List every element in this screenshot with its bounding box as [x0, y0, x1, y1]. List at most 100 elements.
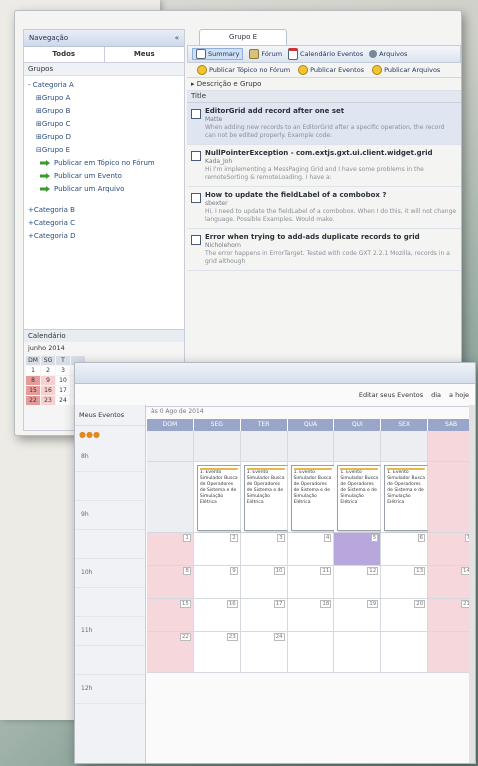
calendar-day[interactable]: 1. Evento Simulador Busca de Operadores …	[240, 462, 288, 532]
event-card[interactable]: 1. Evento Simulador Busca de Operadores …	[384, 465, 429, 531]
column-header-title[interactable]: Title	[187, 91, 461, 103]
day-header: TER	[240, 419, 288, 431]
category-d[interactable]: +Categoria D	[28, 230, 180, 243]
calendar-day[interactable]	[381, 431, 429, 461]
day-number: 15	[179, 600, 191, 608]
calendar-day[interactable]: 6	[381, 533, 429, 565]
forum-post[interactable]: How to update the fieldLabel of a combob…	[187, 187, 461, 229]
forum-post[interactable]: NullPointerException - com.extjs.gxt.ui.…	[187, 145, 461, 187]
calendar-day[interactable]	[240, 431, 288, 461]
group-c[interactable]: ⊞Grupo C	[28, 118, 180, 131]
publish-file-link[interactable]: Publicar um Arquivo	[28, 183, 180, 196]
calendar-day[interactable]: 4	[287, 533, 335, 565]
event-card[interactable]: 1. Evento Simulador Busca de Operadores …	[337, 465, 382, 531]
calendar-day[interactable]: 21	[428, 599, 475, 631]
mini-day[interactable]: 17	[56, 386, 70, 395]
calendar-day[interactable]: 15	[147, 599, 194, 631]
publish-events-button[interactable]: Publicar Eventos	[298, 65, 364, 75]
hour-label: 11h	[75, 617, 145, 646]
publish-forum-button[interactable]: Publicar Tópico no Fórum	[197, 65, 290, 75]
calendar-day[interactable]	[428, 632, 475, 672]
today-button[interactable]: a hoje	[449, 391, 469, 399]
calendar-day[interactable]: 14	[428, 566, 475, 598]
calendar-day[interactable]: 2	[193, 533, 241, 565]
vertical-scrollbar[interactable]	[469, 405, 475, 763]
mini-day[interactable]: 1	[26, 366, 40, 375]
edit-events-button[interactable]: Editar seus Eventos	[359, 391, 423, 399]
category-c[interactable]: +Categoria C	[28, 217, 180, 230]
mini-day[interactable]: 8	[26, 376, 40, 385]
event-card[interactable]: 1. Evento Simulador Busca de Operadores …	[196, 465, 241, 531]
post-title: Error when trying to add-ads duplicate r…	[205, 233, 420, 241]
forum-post[interactable]: EditorGrid add record after one set Matt…	[187, 103, 461, 145]
calendar-day-selected[interactable]: 5	[334, 533, 382, 565]
calendar-day[interactable]: 24	[240, 632, 288, 672]
mini-day[interactable]: 16	[41, 386, 55, 395]
publish-files-button[interactable]: Publicar Arquivos	[372, 65, 440, 75]
calendar-day[interactable]: 10	[240, 566, 288, 598]
calendar-day[interactable]: 3	[240, 533, 288, 565]
events-calendar-button[interactable]: Calendário Eventos	[288, 48, 363, 60]
calendar-day[interactable]	[334, 632, 382, 672]
publish-event-link[interactable]: Publicar um Evento	[28, 170, 180, 183]
calendar-day[interactable]	[147, 431, 194, 461]
group-tree: - Categoria A ⊞Grupo A ⊞Grupo B ⊞Grupo C…	[24, 76, 184, 246]
calendar-day[interactable]: 12	[334, 566, 382, 598]
section-description[interactable]: ▸ Descrição e Grupo	[187, 78, 461, 91]
calendar-day[interactable]: 1. Evento Simulador Busca de Operadores …	[334, 462, 382, 532]
calendar-day[interactable]: 8	[147, 566, 194, 598]
day-view-button[interactable]: dia	[431, 391, 441, 399]
calendar-day[interactable]: 19	[334, 599, 382, 631]
event-card[interactable]: 1. Evento Simulador Busca de Operadores …	[290, 465, 335, 531]
forum-post[interactable]: Error when trying to add-ads duplicate r…	[187, 229, 461, 271]
category-a[interactable]: - Categoria A	[28, 79, 180, 92]
group-e[interactable]: ⊟Grupo E	[28, 144, 180, 157]
calendar-day[interactable]: 17	[240, 599, 288, 631]
calendar-day[interactable]	[381, 632, 429, 672]
calendar-day[interactable]: 9	[193, 566, 241, 598]
group-b[interactable]: ⊞Grupo B	[28, 105, 180, 118]
tab-meus[interactable]: Meus	[103, 47, 185, 62]
mini-day[interactable]: 24	[56, 396, 70, 405]
mini-day[interactable]: 10	[56, 376, 70, 385]
day-number: 10	[273, 567, 285, 575]
calendar-day[interactable]: 1	[147, 533, 194, 565]
calendar-day[interactable]: 1. Evento Simulador Busca de Operadores …	[193, 462, 241, 532]
calendar-day[interactable]: 18	[287, 599, 335, 631]
calendar-day[interactable]	[428, 431, 475, 461]
calendar-day[interactable]: 20	[381, 599, 429, 631]
tab-grupo-e[interactable]: Grupo E	[199, 29, 287, 45]
calendar-day[interactable]	[193, 431, 241, 461]
post-author: sbexter	[205, 200, 228, 207]
calendar-day[interactable]	[428, 462, 475, 532]
calendar-day[interactable]	[147, 462, 194, 532]
summary-button[interactable]: Summary	[192, 48, 244, 60]
files-button[interactable]: Arquivos	[369, 50, 407, 58]
calendar-day[interactable]: 16	[193, 599, 241, 631]
mini-day[interactable]: 23	[41, 396, 55, 405]
calendar-day[interactable]: 7	[428, 533, 475, 565]
hour-label	[75, 472, 145, 501]
calendar-day[interactable]: 22	[147, 632, 194, 672]
collapse-icon[interactable]: «	[175, 34, 179, 42]
event-card[interactable]: 1. Evento Simulador Busca de Operadores …	[243, 465, 288, 531]
group-d[interactable]: ⊞Grupo D	[28, 131, 180, 144]
mini-day[interactable]: 9	[41, 376, 55, 385]
mini-day[interactable]: 2	[41, 366, 55, 375]
category-b[interactable]: +Categoria B	[28, 204, 180, 217]
tab-todos[interactable]: Todos	[24, 47, 104, 62]
mini-day[interactable]: 3	[56, 366, 70, 375]
calendar-day[interactable]: 1. Evento Simulador Busca de Operadores …	[287, 462, 335, 532]
calendar-day[interactable]: 11	[287, 566, 335, 598]
publish-forum-topic-link[interactable]: Publicar em Tópico no Fórum	[28, 157, 180, 170]
group-a[interactable]: ⊞Grupo A	[28, 92, 180, 105]
calendar-day[interactable]	[287, 632, 335, 672]
calendar-day[interactable]	[334, 431, 382, 461]
calendar-day[interactable]: 13	[381, 566, 429, 598]
calendar-day[interactable]: 23	[193, 632, 241, 672]
calendar-day[interactable]	[287, 431, 335, 461]
forum-button[interactable]: Fórum	[249, 49, 282, 59]
calendar-day[interactable]: 1. Evento Simulador Busca de Operadores …	[381, 462, 429, 532]
mini-day[interactable]: 22	[26, 396, 40, 405]
mini-day[interactable]: 15	[26, 386, 40, 395]
